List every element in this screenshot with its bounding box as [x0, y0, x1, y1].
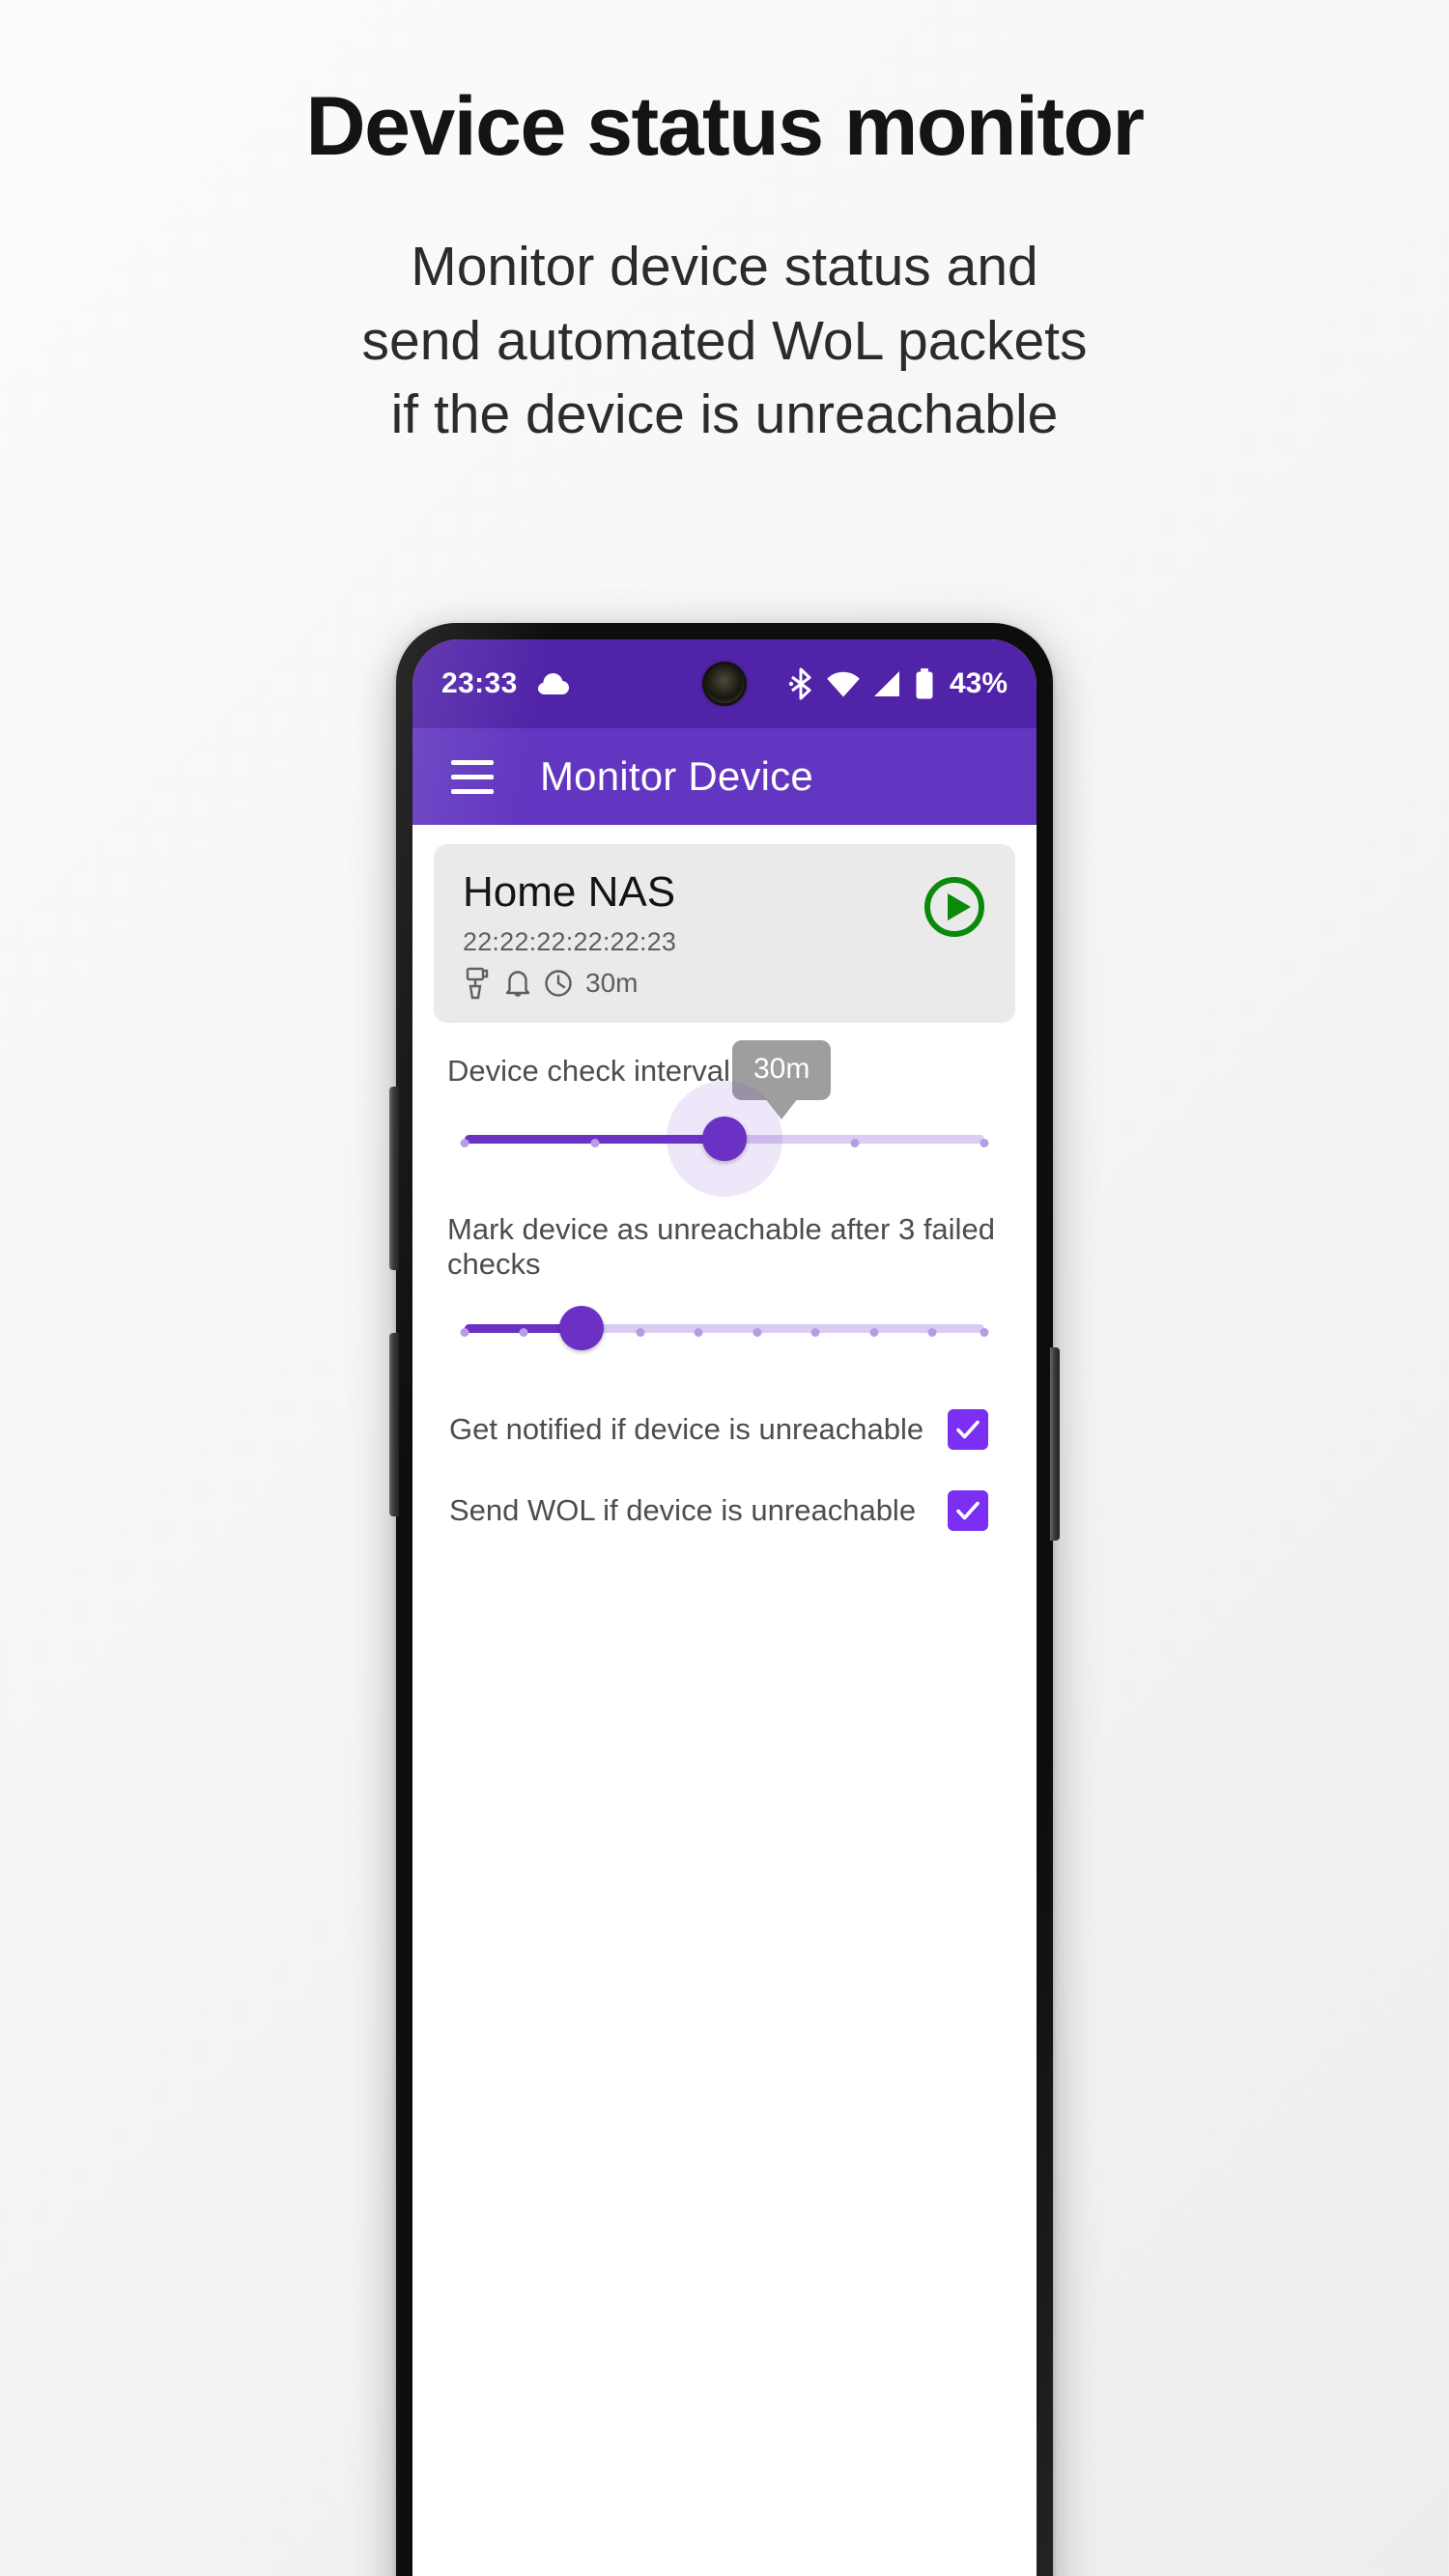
main-content: Home NAS 22:22:22:22:22:23 30m Device ch…	[412, 825, 1037, 1538]
battery-icon	[915, 668, 934, 699]
notify-checkbox-row[interactable]: Get notified if device is unreachable	[434, 1403, 1015, 1456]
status-bar-right: 43%	[788, 667, 1008, 700]
bluetooth-icon	[788, 667, 813, 700]
subtitle-line-2: send automated WoL packets	[361, 309, 1088, 372]
device-meta-row: 30m	[463, 967, 923, 1000]
device-card-info: Home NAS 22:22:22:22:22:23 30m	[463, 868, 923, 1000]
device-interval-label: 30m	[585, 968, 639, 999]
slider-tick	[810, 1328, 820, 1338]
bell-icon	[504, 968, 531, 999]
battery-percent-label: 43%	[949, 667, 1008, 699]
slider-tick	[980, 1328, 989, 1338]
hero-section: Device status monitor Monitor device sta…	[0, 0, 1449, 451]
app-bar: Monitor Device	[412, 728, 1037, 825]
slider-tick	[850, 1139, 859, 1148]
cloud-icon	[537, 671, 570, 696]
slider-tick	[753, 1328, 762, 1338]
slider-tick	[460, 1328, 469, 1338]
check-icon	[956, 1421, 980, 1439]
interval-slider[interactable]	[460, 1081, 989, 1198]
slider-tick	[927, 1328, 937, 1338]
front-camera	[705, 665, 744, 703]
phone-mockup: 23:33 43% Monitor Device Home NAS 22:22:…	[184, 623, 1265, 2576]
notify-checkbox[interactable]	[948, 1409, 988, 1451]
power-button[interactable]	[1050, 1347, 1060, 1541]
device-mac-address: 22:22:22:22:22:23	[463, 927, 677, 957]
subtitle-line-1: Monitor device status and	[411, 236, 1038, 298]
device-name: Home NAS	[463, 868, 676, 916]
check-icon	[956, 1502, 980, 1520]
phone-frame: 23:33 43% Monitor Device Home NAS 22:22:…	[389, 623, 1060, 2576]
hamburger-menu-icon[interactable]	[451, 759, 494, 794]
subtitle-line-3: if the device is unreachable	[390, 383, 1059, 446]
device-icon	[463, 967, 492, 1000]
slider-tick	[636, 1328, 645, 1338]
failed-checks-slider[interactable]	[460, 1282, 989, 1374]
wifi-icon	[826, 670, 861, 697]
failed-checks-slider-block: Mark device as unreachable after 3 faile…	[434, 1212, 1015, 1374]
failed-checks-slider-label-row: Mark device as unreachable after 3 faile…	[447, 1212, 1002, 1282]
interval-slider-block: Device check interval 30m	[434, 1040, 1015, 1198]
status-clock: 23:33	[441, 667, 518, 699]
send-wol-checkbox-label: Send WOL if device is unreachable	[449, 1493, 917, 1528]
page-subtitle: Monitor device status and send automated…	[0, 230, 1449, 451]
slider-tick	[869, 1328, 879, 1338]
slider-tick	[694, 1328, 703, 1338]
slider-tick	[519, 1328, 528, 1338]
send-wol-checkbox-row[interactable]: Send WOL if device is unreachable	[434, 1485, 1015, 1537]
status-bar: 23:33 43%	[412, 639, 1037, 728]
clock-icon	[544, 969, 573, 998]
failed-checks-slider-label: Mark device as unreachable after 3 faile…	[447, 1212, 995, 1282]
notify-checkbox-label: Get notified if device is unreachable	[449, 1412, 924, 1447]
device-card[interactable]: Home NAS 22:22:22:22:22:23 30m	[434, 844, 1015, 1024]
send-wol-checkbox[interactable]	[948, 1490, 988, 1532]
interval-slider-label: Device check interval	[447, 1054, 730, 1089]
slider-tick	[460, 1139, 469, 1148]
signal-icon	[873, 670, 902, 697]
volume-down-button[interactable]	[389, 1333, 399, 1516]
play-circle-icon[interactable]	[923, 875, 986, 944]
phone-screen: 23:33 43% Monitor Device Home NAS 22:22:…	[412, 639, 1037, 2576]
volume-up-button[interactable]	[389, 1087, 399, 1270]
slider-tick	[980, 1139, 989, 1148]
page-title: Device status monitor	[305, 80, 1145, 173]
slider-tick	[590, 1139, 599, 1148]
failed-checks-slider-thumb[interactable]	[559, 1306, 605, 1351]
status-bar-left: 23:33	[441, 667, 570, 700]
interval-slider-thumb[interactable]	[702, 1117, 747, 1162]
app-bar-title: Monitor Device	[540, 753, 813, 799]
